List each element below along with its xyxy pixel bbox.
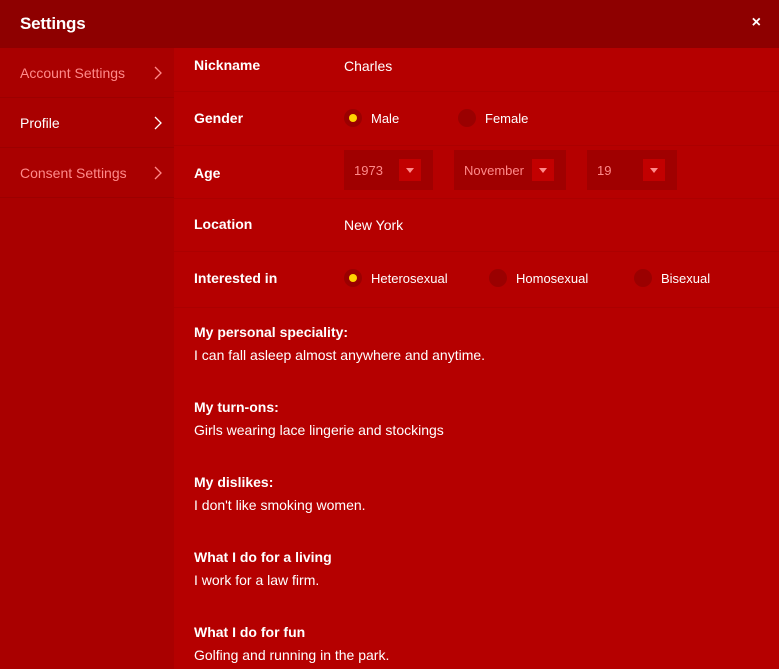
select-value: November — [464, 162, 524, 178]
gender-radio-male[interactable]: Male — [344, 109, 399, 127]
section-answer[interactable]: I don't like smoking women. — [194, 497, 764, 513]
sidebar-item-consent-settings[interactable]: Consent Settings — [0, 148, 174, 198]
gender-label: Gender — [194, 110, 244, 126]
interested-in-row: Interested in Heterosexual Homosexual Bi… — [174, 252, 779, 308]
location-row: Location New York — [174, 199, 779, 252]
section-question: My personal speciality: — [194, 324, 349, 340]
section-answer[interactable]: Girls wearing lace lingerie and stocking… — [194, 422, 764, 438]
section-personal-speciality: My personal speciality: I can fall aslee… — [194, 324, 764, 363]
sidebar-item-label: Profile — [20, 114, 60, 131]
sidebar-item-label: Account Settings — [20, 64, 126, 81]
age-month-select[interactable]: November — [454, 150, 566, 190]
radio-unselected-icon — [458, 109, 476, 127]
radio-label: Bisexual — [661, 270, 711, 286]
section-question: What I do for a living — [194, 549, 332, 565]
radio-label: Female — [485, 110, 529, 126]
nickname-label: Nickname — [194, 57, 261, 73]
section-fun: What I do for fun Golfing and running in… — [194, 624, 764, 663]
sidebar: Account Settings Profile Consent Setting… — [0, 48, 174, 669]
section-question: My dislikes: — [194, 474, 274, 490]
nickname-row: Nickname Charles — [174, 48, 779, 92]
chevron-down-icon — [532, 159, 554, 181]
radio-unselected-icon — [489, 269, 507, 287]
select-value: 19 — [597, 162, 612, 178]
section-answer[interactable]: Golfing and running in the park. — [194, 647, 764, 663]
age-year-select[interactable]: 1973 — [344, 150, 433, 190]
interest-radio-heterosexual[interactable]: Heterosexual — [344, 269, 448, 287]
interest-radio-homosexual[interactable]: Homosexual — [489, 269, 588, 287]
sidebar-item-account-settings[interactable]: Account Settings — [0, 48, 174, 98]
gender-row: Gender Male Female — [174, 92, 779, 146]
sidebar-item-label: Consent Settings — [20, 164, 127, 181]
section-question: What I do for fun — [194, 624, 306, 640]
nickname-value[interactable]: Charles — [344, 58, 392, 74]
sidebar-item-profile[interactable]: Profile — [0, 98, 174, 148]
interest-radio-bisexual[interactable]: Bisexual — [634, 269, 710, 287]
settings-header: Settings × — [0, 0, 779, 48]
chevron-right-icon — [154, 66, 162, 80]
settings-title: Settings — [20, 14, 86, 33]
gender-radio-female[interactable]: Female — [458, 109, 528, 127]
age-day-select[interactable]: 19 — [587, 150, 677, 190]
radio-label: Male — [371, 110, 400, 126]
radio-label: Homosexual — [516, 270, 589, 286]
select-value: 1973 — [354, 162, 383, 178]
chevron-down-icon — [643, 159, 665, 181]
section-living: What I do for a living I work for a law … — [194, 549, 764, 588]
section-dislikes: My dislikes: I don't like smoking women. — [194, 474, 764, 513]
chevron-right-icon — [154, 166, 162, 180]
location-value[interactable]: New York — [344, 217, 403, 233]
location-label: Location — [194, 216, 253, 232]
chevron-right-icon — [154, 116, 162, 130]
radio-selected-icon — [344, 269, 362, 287]
section-question: My turn-ons: — [194, 399, 279, 415]
profile-panel: Nickname Charles Gender Male Female Age … — [174, 48, 779, 669]
chevron-down-icon — [399, 159, 421, 181]
section-answer[interactable]: I work for a law firm. — [194, 572, 764, 588]
radio-selected-icon — [344, 109, 362, 127]
section-turn-ons: My turn-ons: Girls wearing lace lingerie… — [194, 399, 764, 438]
radio-unselected-icon — [634, 269, 652, 287]
section-answer[interactable]: I can fall asleep almost anywhere and an… — [194, 347, 764, 363]
radio-label: Heterosexual — [371, 270, 448, 286]
age-label: Age — [194, 165, 221, 181]
age-row: Age 1973 November 19 — [174, 146, 779, 199]
close-icon[interactable]: × — [752, 14, 761, 32]
interested-in-label: Interested in — [194, 270, 278, 286]
